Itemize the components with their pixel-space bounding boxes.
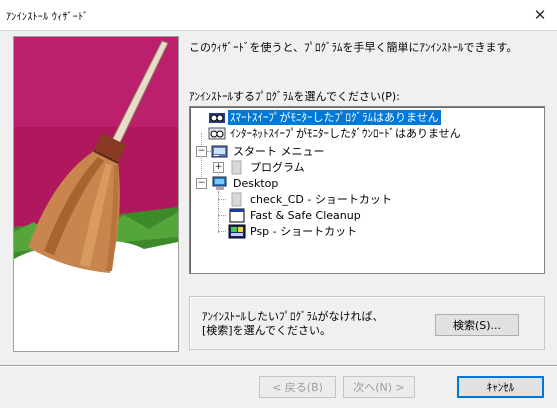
- internet-sweep-icon: [208, 126, 226, 141]
- window-title: ｱﾝｲﾝｽﾄｰﾙ ｳｨｻﾞｰﾄﾞ: [6, 12, 89, 23]
- sweep-glasses-icon: [208, 110, 226, 125]
- tree-item-start-menu[interactable]: スタート メニュー: [211, 143, 327, 159]
- start-menu-icon: [211, 144, 229, 159]
- tree-connector: [201, 133, 202, 181]
- tree-item-label: プログラム: [250, 160, 305, 174]
- tree-item-check-cd[interactable]: check_CD - ショートカット: [228, 191, 394, 207]
- tree-connector: [218, 191, 219, 233]
- footer-separator-highlight: [0, 366, 557, 367]
- program-tree[interactable]: ｽﾏｰﾄｽｲｰﾌﾟがﾓﾆﾀｰしたﾌﾟﾛｸﾞﾗﾑはありません ｲﾝﾀｰﾈｯﾄｽｲｰ…: [189, 106, 545, 274]
- tree-item-fast-safe-cleanup[interactable]: Fast & Safe Cleanup: [228, 207, 363, 223]
- tree-item-label: Desktop: [233, 176, 279, 190]
- cancel-button[interactable]: ｷｬﾝｾﾙ: [457, 376, 544, 398]
- tree-item-label: check_CD - ショートカット: [250, 192, 392, 206]
- tree-item-label: Psp - ショートカット: [250, 224, 358, 238]
- program-tree-label: ｱﾝｲﾝｽﾄｰﾙするﾌﾟﾛｸﾞﾗﾑを選んでください(P):: [189, 90, 400, 103]
- tree-item-psp[interactable]: Psp - ショートカット: [228, 223, 359, 239]
- tree-connector: [218, 199, 226, 200]
- search-hint-line1: ｱﾝｲﾝｽﾄｰﾙしたいﾌﾟﾛｸﾞﾗﾑがなければ、: [202, 310, 384, 323]
- shortcut-file-icon: [228, 192, 246, 207]
- psp-shortcut-icon: [228, 224, 246, 239]
- next-button[interactable]: 次へ(N) >: [343, 376, 415, 398]
- title-separator: [0, 30, 557, 31]
- tree-item-internet-sweep[interactable]: ｲﾝﾀｰﾈｯﾄｽｲｰﾌﾟがﾓﾆﾀｰしたﾀﾞｳﾝﾛｰﾄﾞはありません: [208, 125, 463, 141]
- back-button[interactable]: < 戻る(B): [259, 376, 336, 398]
- tree-connector: [218, 231, 226, 232]
- broom-illustration: [14, 37, 178, 351]
- tree-item-label: Fast & Safe Cleanup: [250, 208, 361, 222]
- app-window-icon: [228, 208, 246, 223]
- search-hint: ｱﾝｲﾝｽﾄｰﾙしたいﾌﾟﾛｸﾞﾗﾑがなければ、 [検索]を選んでください。: [202, 310, 384, 338]
- tree-item-desktop[interactable]: Desktop: [211, 175, 280, 191]
- search-group: ｱﾝｲﾝｽﾄｰﾙしたいﾌﾟﾛｸﾞﾗﾑがなければ、 [検索]を選んでください。 検…: [189, 296, 545, 350]
- search-button[interactable]: 検索(S)...: [435, 314, 519, 336]
- intro-text: このｳｨｻﾞｰﾄﾞを使うと、ﾌﾟﾛｸﾞﾗﾑを手早く簡単にｱﾝｲﾝｽﾄｰﾙできます…: [189, 41, 518, 54]
- tree-item-label: ｽﾏｰﾄｽｲｰﾌﾟがﾓﾆﾀｰしたﾌﾟﾛｸﾞﾗﾑはありません: [227, 108, 442, 126]
- tree-item-label: ｲﾝﾀｰﾈｯﾄｽｲｰﾌﾟがﾓﾆﾀｰしたﾀﾞｳﾝﾛｰﾄﾞはありません: [230, 126, 461, 140]
- folder-icon: [228, 160, 246, 175]
- search-hint-line2: [検索]を選んでください。: [202, 324, 332, 337]
- tree-item-programs[interactable]: プログラム: [228, 159, 307, 175]
- title-bar: ｱﾝｲﾝｽﾄｰﾙ ｳｨｻﾞｰﾄﾞ ✕: [0, 0, 557, 30]
- close-icon: ✕: [533, 6, 547, 24]
- expand-toggle[interactable]: +: [213, 162, 224, 173]
- tree-item-smart-sweep[interactable]: ｽﾏｰﾄｽｲｰﾌﾟがﾓﾆﾀｰしたﾌﾟﾛｸﾞﾗﾑはありません: [208, 108, 442, 126]
- collapse-toggle[interactable]: −: [196, 146, 207, 157]
- desktop-icon: [211, 176, 229, 191]
- close-button[interactable]: ✕: [523, 0, 557, 30]
- tree-item-label: スタート メニュー: [233, 144, 325, 158]
- collapse-toggle[interactable]: −: [196, 178, 207, 189]
- wizard-broom-image: [13, 36, 179, 352]
- tree-connector: [218, 215, 226, 216]
